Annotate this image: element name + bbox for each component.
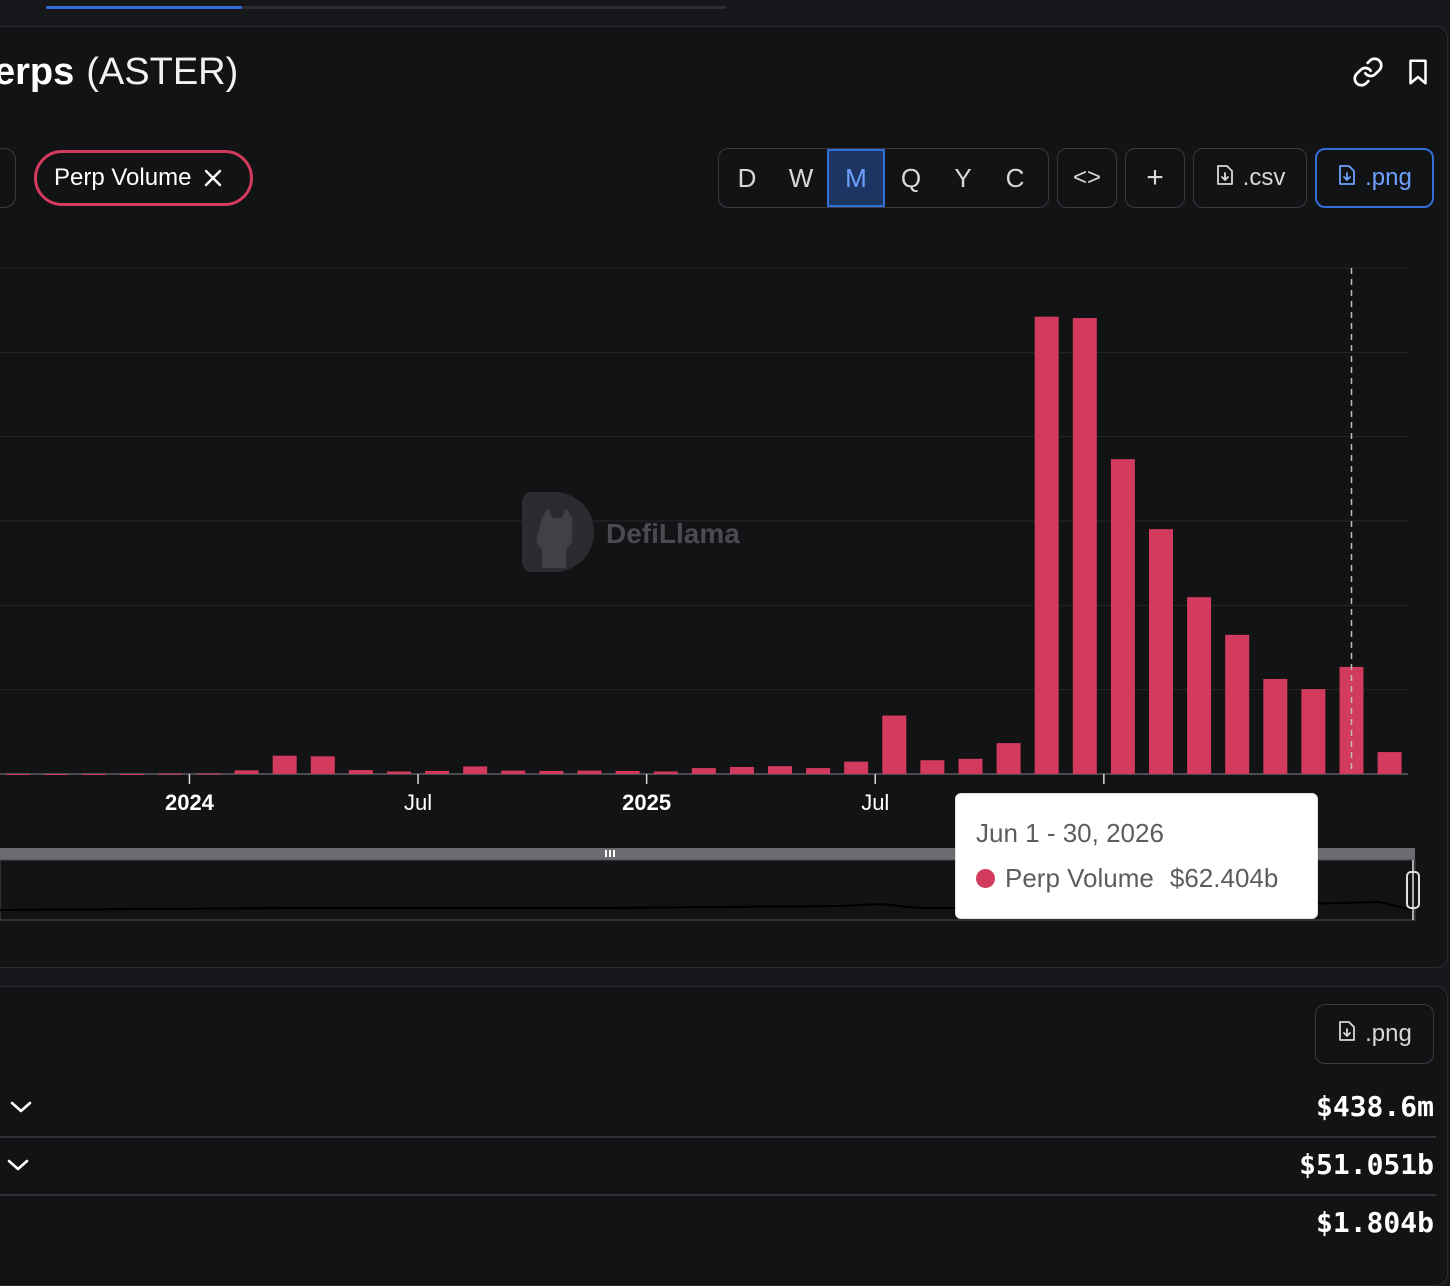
bar[interactable]	[1377, 752, 1402, 774]
bar[interactable]	[996, 743, 1021, 774]
stat-row: ) $438.6m	[0, 1080, 1436, 1136]
bar[interactable]	[1187, 597, 1212, 774]
file-download-icon	[1215, 164, 1235, 193]
bar[interactable]	[1149, 529, 1173, 774]
bookmark-icon[interactable]	[1402, 56, 1434, 88]
bar[interactable]	[501, 770, 526, 774]
period-selector: D W M Q Y C	[718, 148, 1049, 208]
bar[interactable]	[6, 773, 30, 775]
slider-grip-icon[interactable]	[605, 850, 615, 857]
stats-png-download-button[interactable]: .png	[1315, 1004, 1434, 1064]
bar[interactable]	[1072, 318, 1097, 774]
bar[interactable]	[387, 771, 411, 774]
bar[interactable]	[82, 773, 107, 775]
x-tick-label: 2025	[622, 790, 671, 815]
bar[interactable]	[577, 770, 602, 774]
watermark-text: DefiLlama	[606, 518, 740, 549]
period-day[interactable]: D	[719, 151, 775, 207]
link-icon[interactable]	[1352, 56, 1384, 88]
bar[interactable]	[158, 773, 183, 775]
top-progress-fill	[46, 6, 242, 9]
png-label: .png	[1365, 164, 1412, 191]
bar[interactable]	[196, 773, 221, 775]
bar[interactable]	[1225, 634, 1250, 774]
code-icon: <>	[1072, 164, 1102, 191]
bar[interactable]	[806, 768, 831, 774]
period-week[interactable]: W	[775, 151, 827, 207]
bar[interactable]	[310, 756, 335, 774]
file-download-icon	[1337, 1020, 1357, 1049]
stat-value: $438.6m	[1315, 1090, 1434, 1123]
tooltip-series-name: Perp Volume	[1005, 863, 1154, 893]
x-tick-label: 2024	[165, 790, 215, 815]
stat-row: $1.804b	[0, 1196, 1436, 1252]
bar[interactable]	[234, 770, 259, 774]
bar[interactable]	[844, 761, 869, 774]
chevron-down-icon[interactable]	[7, 1092, 35, 1124]
bar[interactable]	[463, 766, 488, 774]
bar[interactable]	[120, 773, 145, 775]
bar[interactable]	[539, 770, 564, 774]
stat-label[interactable]: l	[0, 1150, 32, 1182]
file-download-icon	[1337, 164, 1357, 193]
period-year[interactable]: Y	[937, 151, 989, 207]
bar[interactable]	[348, 770, 373, 774]
chip-label: Perp Volume	[54, 164, 192, 191]
watermark-logo: DefiLlama	[522, 492, 740, 572]
previous-filter-chip[interactable]	[0, 148, 16, 208]
protocol-name: erps	[0, 51, 75, 93]
period-quarter[interactable]: Q	[885, 151, 937, 207]
bar[interactable]	[1263, 678, 1288, 774]
page-title: erps (ASTER)	[0, 50, 238, 94]
bar[interactable]	[653, 771, 678, 774]
tooltip-date: Jun 1 - 30, 2026	[976, 818, 1164, 848]
bar[interactable]	[1110, 459, 1135, 774]
stat-label[interactable]: )	[0, 1092, 35, 1124]
protocol-ticker: (ASTER)	[86, 51, 239, 93]
stat-value: $1.804b	[1315, 1206, 1434, 1239]
x-tick-label: Jul	[404, 790, 432, 815]
bar[interactable]	[691, 768, 716, 774]
embed-button[interactable]: <>	[1057, 148, 1117, 208]
png-label: .png	[1365, 1020, 1412, 1047]
perp-volume-chip[interactable]: Perp Volume	[34, 150, 253, 206]
bar[interactable]	[615, 770, 640, 774]
bar[interactable]	[768, 766, 792, 774]
bar[interactable]	[44, 773, 69, 775]
tooltip-value: $62.404b	[1169, 863, 1279, 893]
chevron-down-icon[interactable]	[4, 1150, 32, 1182]
plus-icon: +	[1146, 161, 1164, 194]
bar[interactable]	[425, 770, 450, 774]
tooltip-series-dot	[976, 869, 995, 888]
csv-label: .csv	[1242, 164, 1286, 191]
stat-row: l $51.051b	[0, 1138, 1436, 1194]
top-progress-track	[46, 6, 726, 9]
bar[interactable]	[882, 715, 907, 774]
bar[interactable]	[920, 760, 945, 774]
period-month[interactable]: M	[827, 149, 885, 207]
stat-label-text: )	[0, 1092, 1, 1124]
stat-value: $51.051b	[1299, 1148, 1434, 1181]
chart-tooltip: Jun 1 - 30, 2026 Perp Volume $62.404b	[955, 793, 1318, 919]
bar[interactable]	[958, 758, 983, 774]
bar[interactable]	[1034, 316, 1059, 774]
add-metric-button[interactable]: +	[1125, 148, 1185, 208]
png-download-button[interactable]: .png	[1315, 148, 1434, 208]
bar[interactable]	[729, 766, 754, 774]
x-tick-label: Jul	[861, 790, 889, 815]
bar[interactable]	[1301, 689, 1326, 774]
csv-download-button[interactable]: .csv	[1193, 148, 1307, 208]
close-icon[interactable]	[203, 168, 223, 188]
bar[interactable]	[272, 755, 297, 774]
chart-x-axis: Jul2024Jul2025JulJul	[165, 774, 1118, 815]
period-cumulative[interactable]: C	[989, 151, 1041, 207]
